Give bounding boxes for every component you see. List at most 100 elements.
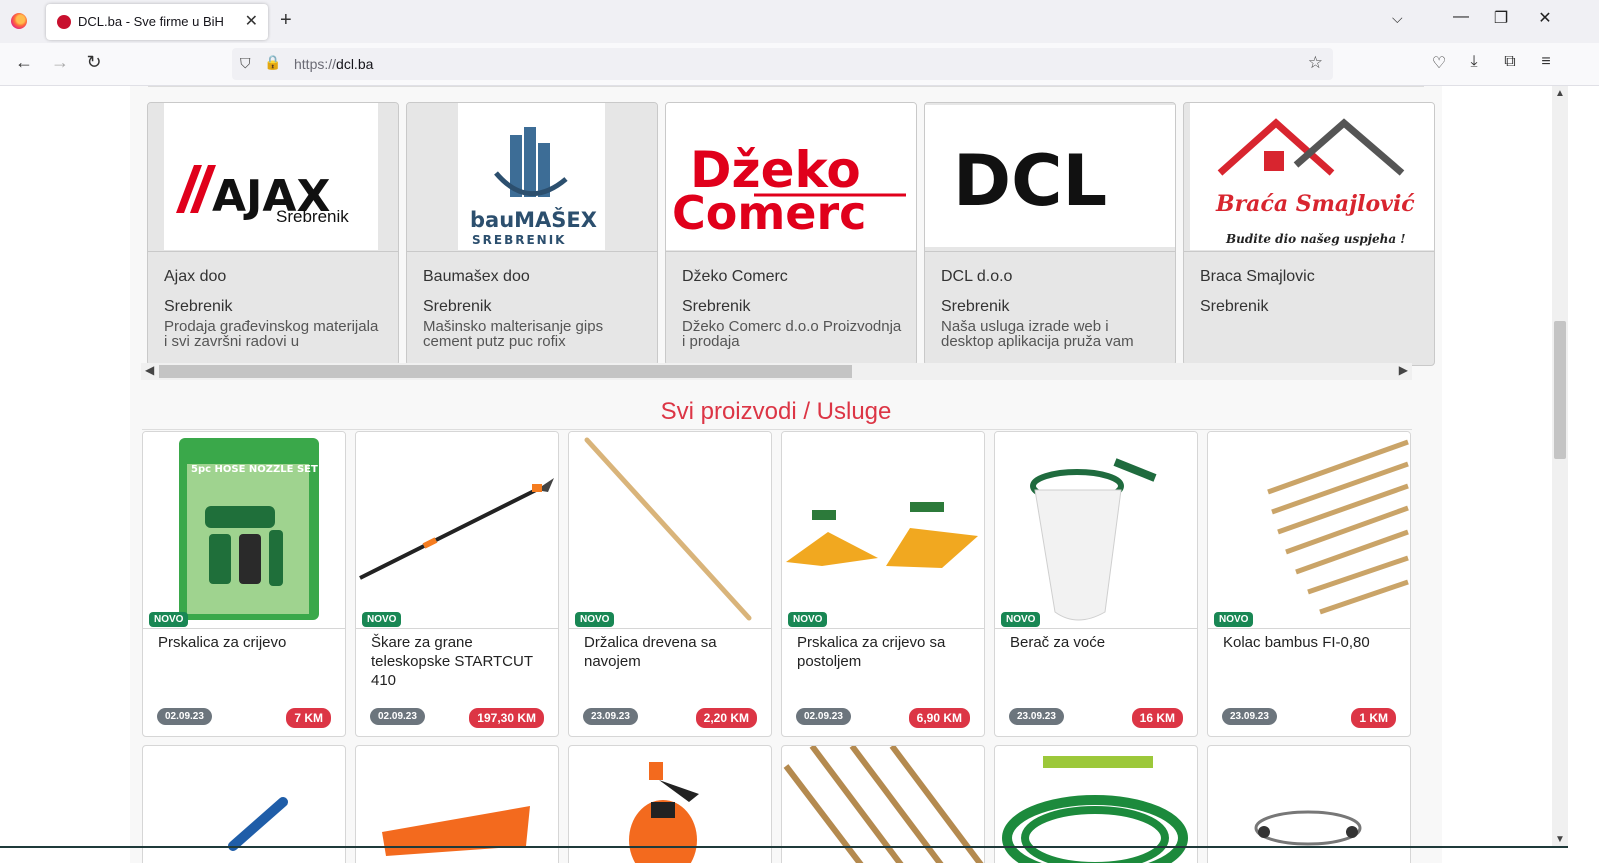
date-badge: 23.09.23 — [583, 708, 638, 725]
new-tab-icon[interactable]: + — [280, 9, 292, 32]
product-image[interactable]: NOVO — [569, 432, 771, 629]
product-image[interactable]: NOVO — [1208, 432, 1410, 629]
forward-icon[interactable]: → — [48, 52, 72, 73]
company-city: Srebrenik — [682, 298, 751, 315]
url-text[interactable]: https://dcl.ba — [294, 56, 373, 72]
list-tabs-icon[interactable]: ⌵ — [1392, 10, 1403, 27]
svg-text:DCL: DCL — [953, 140, 1107, 222]
new-badge: NOVO — [149, 612, 189, 627]
company-name[interactable]: Braca Smajlovic — [1200, 268, 1315, 286]
company-card[interactable]: AJAX Srebrenik Ajax doo Srebrenik Prodaj… — [147, 102, 399, 366]
company-name[interactable]: Džeko Comerc — [682, 268, 788, 286]
scroll-down-icon[interactable]: ▼ — [1555, 834, 1565, 845]
product-card[interactable]: NOVO Škare za grane teleskopske STARTCUT… — [355, 431, 559, 737]
company-city: Srebrenik — [941, 298, 1010, 315]
product-name[interactable]: Prskalica za crijevo sa postoljem — [797, 633, 973, 671]
extensions-icon[interactable]: ⧉ — [1499, 53, 1521, 71]
new-badge: NOVO — [1001, 612, 1041, 627]
fruit-picker-icon — [1030, 458, 1157, 621]
browser-tab[interactable]: DCL.ba - Sve firme u BiH ✕ — [46, 4, 268, 40]
scrollbar-thumb[interactable] — [1554, 321, 1566, 459]
product-image[interactable]: NOVO — [356, 432, 558, 629]
carousel-scrollbar[interactable]: ◀ ▶ — [141, 363, 1412, 380]
company-card[interactable]: Džeko Comerc Džeko Comerc Srebrenik Džek… — [665, 102, 917, 366]
page-viewport: AJAX Srebrenik Ajax doo Srebrenik Prodaj… — [0, 86, 1583, 863]
lock-icon[interactable]: 🔒 — [264, 54, 281, 71]
company-name[interactable]: DCL d.o.o — [941, 268, 1012, 286]
baumasex-logo-icon: bauMAŠEX SREBRENIK — [470, 127, 597, 247]
section-title: Svi proizvodi / Usluge — [660, 398, 892, 425]
new-badge: NOVO — [575, 612, 615, 627]
company-logo: Braća Smajlović Budite dio našeg uspjeha… — [1184, 103, 1434, 252]
price-badge: 1 KM — [1351, 708, 1396, 728]
product-card[interactable]: NOVO Držalica drevena sa navojem 23.09.2… — [568, 431, 772, 737]
company-name[interactable]: Ajax doo — [164, 268, 226, 286]
telescopic-pruner-icon — [359, 478, 554, 580]
svg-text:SREBRENIK: SREBRENIK — [472, 233, 566, 247]
product-card[interactable]: NOVO Prskalica za crijevo sa postoljem 0… — [781, 431, 985, 737]
product-image[interactable]: NOVO — [782, 432, 984, 629]
scroll-left-icon[interactable]: ◀ — [145, 363, 154, 377]
back-icon[interactable]: ← — [12, 52, 36, 73]
product-name[interactable]: Škare za grane teleskopske STARTCUT 410 — [371, 633, 547, 690]
divider — [0, 846, 1568, 848]
product-name[interactable]: Držalica drevena sa navojem — [584, 633, 760, 671]
company-city: Srebrenik — [1200, 298, 1269, 315]
sprinkler-icon — [786, 502, 978, 568]
company-description — [1200, 319, 1420, 349]
shield-icon[interactable]: ⛉ — [240, 55, 251, 72]
company-city: Srebrenik — [164, 298, 233, 315]
tab-bar: DCL.ba - Sve firme u BiH ✕ + ⌵ — ❐ ✕ — [0, 0, 1599, 43]
wooden-handle-icon — [584, 437, 752, 621]
svg-text:Braća Smajlović: Braća Smajlović — [1215, 191, 1415, 217]
product-image[interactable]: 5pc HOSE NOZZLE SET NOVO — [143, 432, 345, 629]
company-logo: Džeko Comerc — [666, 103, 916, 252]
site-favicon-icon — [57, 15, 71, 29]
dzeko-logo-icon: Džeko Comerc — [672, 141, 906, 240]
menu-icon[interactable]: ≡ — [1535, 53, 1557, 71]
downloads-icon[interactable]: ⤓ — [1463, 53, 1485, 71]
product-name[interactable]: Prskalica za crijevo — [158, 633, 334, 652]
svg-text:5pc HOSE NOZZLE SET: 5pc HOSE NOZZLE SET — [191, 464, 318, 475]
product-card[interactable]: NOVO Berač za voće 23.09.23 16 KM — [994, 431, 1198, 737]
company-card[interactable]: Braća Smajlović Budite dio našeg uspjeha… — [1183, 102, 1435, 366]
window-close-icon[interactable]: ✕ — [1530, 8, 1560, 28]
company-card[interactable]: bauMAŠEX SREBRENIK Baumašex doo Srebreni… — [406, 102, 658, 366]
scrollbar-thumb[interactable] — [159, 365, 852, 378]
url-host: dcl.ba — [336, 56, 374, 72]
bookmark-star-icon[interactable]: ☆ — [1308, 53, 1323, 73]
scroll-up-icon[interactable]: ▲ — [1555, 88, 1565, 99]
product-name[interactable]: Berač za voće — [1010, 633, 1186, 652]
address-bar[interactable]: ⛉ 🔒 https://dcl.ba ☆ — [232, 48, 1333, 80]
divider — [142, 429, 1412, 430]
new-badge: NOVO — [788, 612, 828, 627]
braca-smajlovic-logo-icon: Braća Smajlović Budite dio našeg uspjeha… — [1215, 118, 1415, 246]
date-badge: 02.09.23 — [157, 708, 212, 725]
close-tab-icon[interactable]: ✕ — [245, 11, 258, 31]
date-badge: 23.09.23 — [1009, 708, 1064, 725]
company-logo: AJAX Srebrenik — [148, 103, 398, 252]
svg-text:Budite dio našeg uspjeha !: Budite dio našeg uspjeha ! — [1225, 232, 1406, 246]
page-scrollbar[interactable]: ▲ ▼ — [1552, 86, 1568, 847]
hose-nozzle-set-icon: 5pc HOSE NOZZLE SET — [179, 438, 319, 620]
dcl-logo-icon: DCL — [953, 140, 1107, 222]
product-card[interactable]: 5pc HOSE NOZZLE SET NOVO Prskalica za cr… — [142, 431, 346, 737]
svg-text:Srebrenik: Srebrenik — [276, 207, 349, 226]
price-badge: 16 KM — [1131, 708, 1183, 728]
company-name[interactable]: Baumašex doo — [423, 268, 530, 286]
new-badge: NOVO — [1214, 612, 1254, 627]
company-logo: bauMAŠEX SREBRENIK — [407, 103, 657, 252]
product-image[interactable]: NOVO — [995, 432, 1197, 629]
companies-carousel: AJAX Srebrenik Ajax doo Srebrenik Prodaj… — [147, 102, 1441, 366]
tab-title: DCL.ba - Sve firme u BiH — [78, 14, 224, 29]
date-badge: 02.09.23 — [370, 708, 425, 725]
product-card[interactable]: NOVO Kolac bambus FI-0,80 23.09.23 1 KM — [1207, 431, 1411, 737]
company-card[interactable]: DCL DCL d.o.o Srebrenik Naša usluga izra… — [924, 102, 1176, 366]
minimize-icon[interactable]: — — [1446, 8, 1476, 26]
reload-icon[interactable]: ↻ — [82, 52, 106, 73]
product-name[interactable]: Kolac bambus FI-0,80 — [1223, 633, 1399, 652]
bamboo-stakes-icon — [1267, 439, 1409, 615]
pocket-icon[interactable]: ♡ — [1428, 53, 1450, 73]
scroll-right-icon[interactable]: ▶ — [1399, 363, 1408, 377]
restore-icon[interactable]: ❐ — [1486, 8, 1516, 28]
